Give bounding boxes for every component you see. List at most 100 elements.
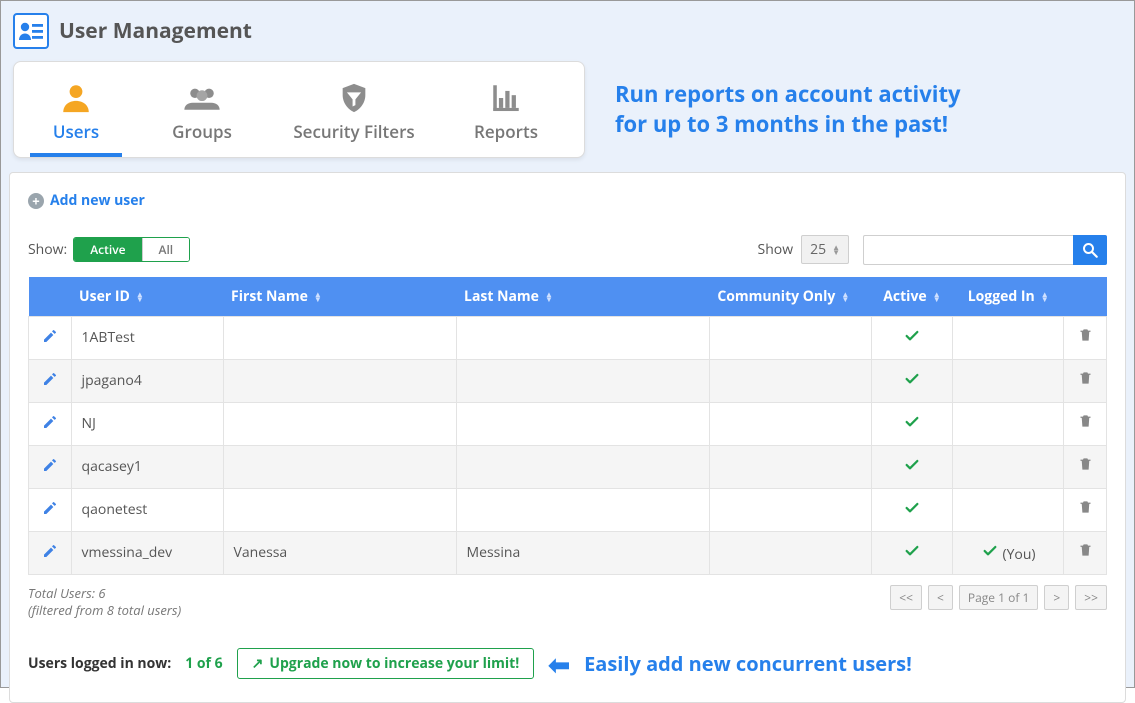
upgrade-arrow-icon: ↗ bbox=[252, 654, 264, 673]
edit-button[interactable] bbox=[42, 456, 58, 478]
cell-lastname bbox=[456, 316, 709, 359]
cell-userid: qaonetest bbox=[71, 488, 223, 531]
sort-icon: ▲▼ bbox=[314, 292, 322, 302]
col-delete bbox=[1064, 277, 1107, 317]
bar-chart-icon bbox=[436, 80, 576, 116]
pager: << < Page 1 of 1 > >> bbox=[890, 585, 1107, 610]
toggle-all[interactable]: All bbox=[142, 238, 190, 261]
upgrade-label: Upgrade now to increase your limit! bbox=[269, 654, 519, 673]
you-label: (You) bbox=[1002, 545, 1035, 564]
upgrade-button[interactable]: ↗ Upgrade now to increase your limit! bbox=[237, 648, 535, 679]
edit-button[interactable] bbox=[42, 370, 58, 392]
logged-in-now-count: 1 of 6 bbox=[185, 654, 222, 673]
sort-icon: ▲▼ bbox=[841, 292, 849, 302]
page-size-label: Show bbox=[758, 240, 794, 259]
cell-active bbox=[871, 402, 952, 445]
col-community[interactable]: Community Only▲▼ bbox=[709, 277, 871, 317]
edit-button[interactable] bbox=[42, 542, 58, 564]
add-user-button[interactable]: + Add new user bbox=[28, 191, 145, 210]
cell-loggedin bbox=[952, 359, 1063, 402]
tab-reports[interactable]: Reports bbox=[436, 74, 576, 157]
check-icon bbox=[903, 456, 921, 478]
edit-button[interactable] bbox=[42, 413, 58, 435]
sort-icon: ▲▼ bbox=[136, 292, 144, 302]
user-management-icon bbox=[13, 13, 49, 49]
cell-userid: jpagano4 bbox=[71, 359, 223, 402]
col-firstname[interactable]: First Name▲▼ bbox=[223, 277, 456, 317]
table-row: qaonetest bbox=[29, 488, 1107, 531]
col-edit bbox=[29, 277, 72, 317]
pager-next[interactable]: > bbox=[1044, 585, 1069, 610]
cell-community bbox=[709, 402, 871, 445]
pager-page: Page 1 of 1 bbox=[959, 585, 1038, 610]
cell-userid: vmessina_dev bbox=[71, 531, 223, 574]
page-size-select[interactable]: 25 ▲▼ bbox=[801, 235, 849, 264]
col-lastname[interactable]: Last Name▲▼ bbox=[456, 277, 709, 317]
page-size-value: 25 bbox=[810, 240, 826, 259]
show-label: Show: bbox=[28, 240, 67, 259]
table-row: NJ bbox=[29, 402, 1107, 445]
cell-firstname bbox=[223, 316, 456, 359]
col-active[interactable]: Active▲▼ bbox=[871, 277, 952, 317]
cell-active bbox=[871, 488, 952, 531]
edit-button[interactable] bbox=[42, 327, 58, 349]
sort-icon: ▲▼ bbox=[933, 292, 941, 302]
cell-loggedin bbox=[952, 445, 1063, 488]
user-table: User ID▲▼ First Name▲▼ Last Name▲▼ Commu… bbox=[28, 277, 1107, 575]
callout-arrow-icon: ⬅ bbox=[548, 646, 570, 682]
cell-community bbox=[709, 488, 871, 531]
sort-icon: ▲▼ bbox=[545, 292, 553, 302]
tab-groups[interactable]: Groups bbox=[132, 74, 272, 157]
table-row: jpagano4 bbox=[29, 359, 1107, 402]
check-icon bbox=[903, 370, 921, 392]
tab-security-filters[interactable]: Security Filters bbox=[274, 74, 434, 157]
delete-button[interactable] bbox=[1078, 415, 1093, 434]
delete-button[interactable] bbox=[1078, 501, 1093, 520]
cell-active bbox=[871, 531, 952, 574]
check-icon bbox=[903, 327, 921, 349]
pager-prev[interactable]: < bbox=[928, 585, 953, 610]
cell-userid: qacasey1 bbox=[71, 445, 223, 488]
cell-lastname bbox=[456, 445, 709, 488]
check-icon bbox=[903, 499, 921, 521]
cell-firstname bbox=[223, 402, 456, 445]
search-button[interactable] bbox=[1073, 235, 1107, 265]
cell-loggedin bbox=[952, 488, 1063, 531]
cell-userid: NJ bbox=[71, 402, 223, 445]
tab-bar: Users Groups Security Filters bbox=[13, 61, 585, 158]
delete-button[interactable] bbox=[1078, 329, 1093, 348]
banner-line2: for up to 3 months in the past! bbox=[615, 110, 961, 140]
table-row: vmessina_devVanessaMessina (You) bbox=[29, 531, 1107, 574]
cell-lastname bbox=[456, 402, 709, 445]
cell-loggedin bbox=[952, 316, 1063, 359]
tab-users[interactable]: Users bbox=[22, 74, 130, 157]
tab-label: Security Filters bbox=[274, 120, 434, 143]
add-user-label: Add new user bbox=[50, 191, 145, 210]
table-row: qacasey1 bbox=[29, 445, 1107, 488]
cell-firstname bbox=[223, 359, 456, 402]
tab-label: Groups bbox=[132, 120, 272, 143]
delete-button[interactable] bbox=[1078, 372, 1093, 391]
cell-active bbox=[871, 359, 952, 402]
search-input[interactable] bbox=[863, 235, 1073, 265]
toggle-active[interactable]: Active bbox=[74, 238, 141, 261]
delete-button[interactable] bbox=[1078, 544, 1093, 563]
delete-button[interactable] bbox=[1078, 458, 1093, 477]
cell-lastname bbox=[456, 488, 709, 531]
col-loggedin[interactable]: Logged In▲▼ bbox=[952, 277, 1063, 317]
table-row: 1ABTest bbox=[29, 316, 1107, 359]
pager-first[interactable]: << bbox=[890, 585, 922, 610]
callout-text: Easily add new concurrent users! bbox=[584, 650, 912, 677]
user-icon bbox=[22, 80, 130, 116]
active-all-toggle[interactable]: Active All bbox=[73, 237, 190, 262]
cell-community bbox=[709, 359, 871, 402]
cell-firstname bbox=[223, 445, 456, 488]
cell-firstname: Vanessa bbox=[223, 531, 456, 574]
sort-icon: ▲▼ bbox=[1041, 292, 1049, 302]
tab-label: Reports bbox=[436, 120, 576, 143]
total-users-text: Total Users: 6 bbox=[28, 585, 181, 603]
col-userid[interactable]: User ID▲▼ bbox=[71, 277, 223, 317]
cell-userid: 1ABTest bbox=[71, 316, 223, 359]
edit-button[interactable] bbox=[42, 499, 58, 521]
pager-last[interactable]: >> bbox=[1075, 585, 1107, 610]
